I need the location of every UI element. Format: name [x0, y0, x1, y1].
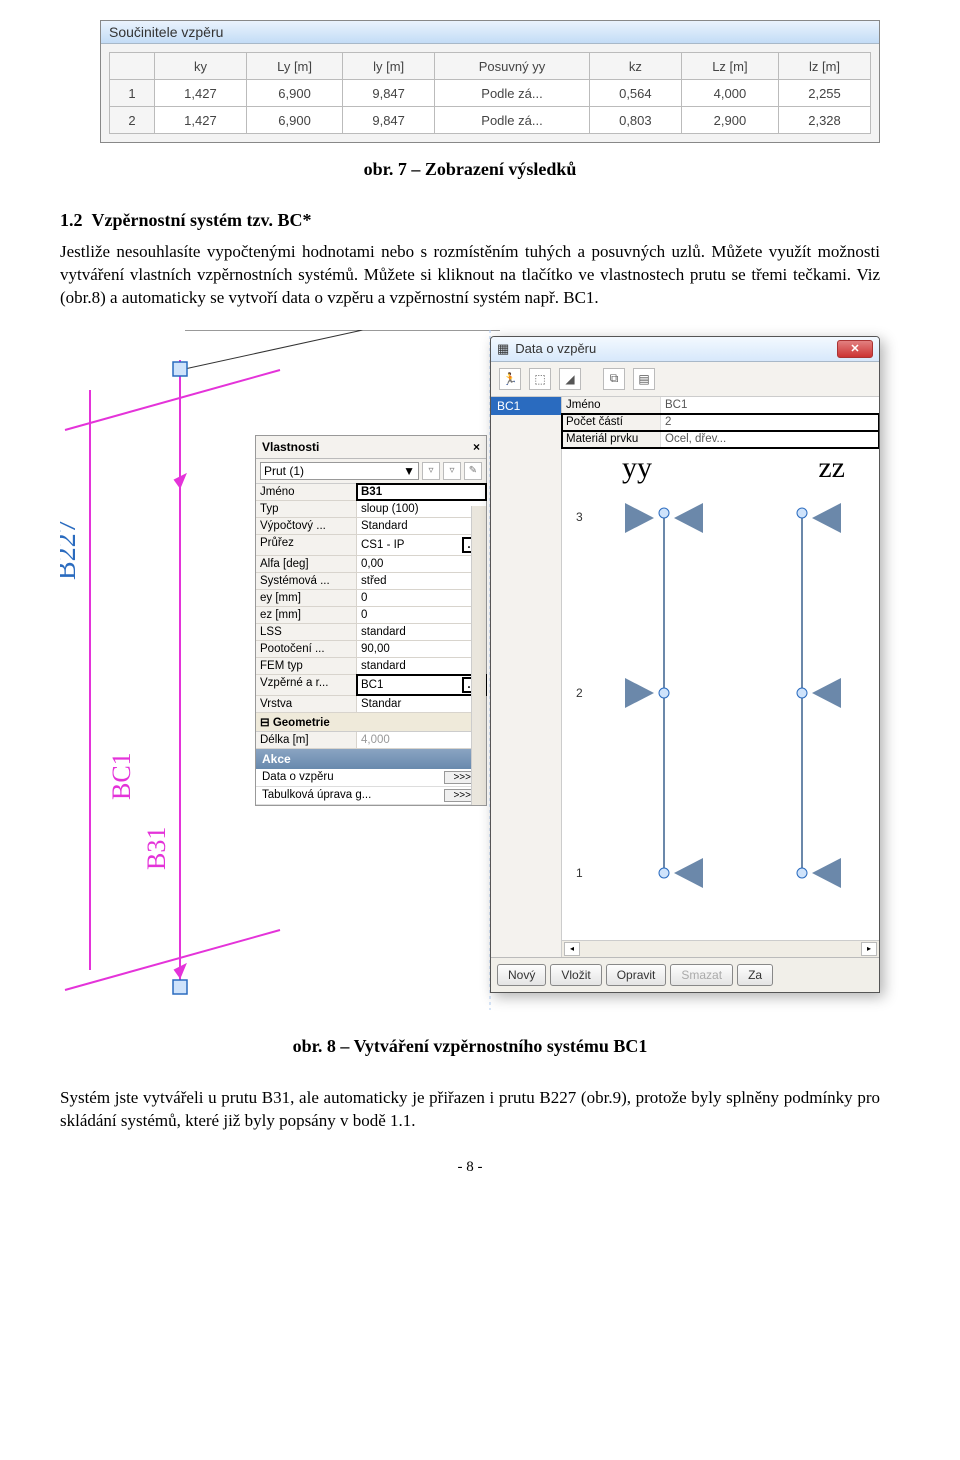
prop-row[interactable]: Typsloup (100)▼: [256, 501, 486, 518]
pencil-icon[interactable]: ✎: [464, 462, 482, 480]
paragraph-1: Jestliže nesouhlasíte vypočtenými hodnot…: [60, 241, 880, 310]
dlg-prop-row[interactable]: Počet částí2: [562, 414, 879, 431]
tool-icon-1[interactable]: 🏃: [499, 368, 521, 390]
list-item-bc1[interactable]: BC1: [491, 397, 561, 415]
dialog-buttons: NovýVložitOpravitSmazatZa: [491, 957, 879, 992]
copy-icon[interactable]: ⧉: [603, 368, 625, 390]
prop-row[interactable]: Pootočení ...90,00: [256, 641, 486, 658]
label-bc1: BC1: [107, 752, 136, 800]
properties-title: Vlastnosti×: [256, 436, 486, 459]
label-b227: B227: [60, 519, 82, 580]
svg-text:3: 3: [576, 510, 583, 524]
element-combo[interactable]: Prut (1)▼: [260, 462, 419, 480]
label-b31: B31: [142, 826, 171, 869]
properties-panel: Vlastnosti× Prut (1)▼ ▿ ▿ ✎ JménoB31Typs…: [255, 435, 487, 806]
eraser-icon[interactable]: ◢: [559, 368, 581, 390]
zz-label: zz: [818, 451, 845, 485]
dialog-toolbar: 🏃 ⬚ ◢ ⧉ ▤: [491, 362, 879, 397]
tool-icon-2[interactable]: ⬚: [529, 368, 551, 390]
buckling-data-dialog: ▦Data o vzpěru ✕ 🏃 ⬚ ◢ ⧉ ▤ BC1 JménoBC1P…: [490, 336, 880, 993]
action-row: Data o vzpěru>>>: [256, 769, 486, 787]
figure-8-caption: obr. 8 – Vytváření vzpěrnostního systému…: [60, 1036, 880, 1057]
tool-icon-5[interactable]: ▤: [633, 368, 655, 390]
prop-row[interactable]: LSSstandard▼: [256, 624, 486, 641]
prop-row[interactable]: ey [mm]0: [256, 590, 486, 607]
prop-row[interactable]: Vzpěrné a r...BC1...: [256, 675, 486, 696]
col-header: Posuvný yy: [435, 53, 590, 80]
table-row: 21,4276,9009,847Podle zá...0,8032,9002,3…: [110, 107, 871, 134]
svg-text:1: 1: [576, 866, 583, 880]
dialog-titlebar: ▦Data o vzpěru ✕: [491, 337, 879, 362]
table-row: 11,4276,9009,847Podle zá...0,5644,0002,2…: [110, 80, 871, 107]
page-number: - 8 -: [60, 1159, 880, 1176]
col-header: lz [m]: [779, 53, 871, 80]
dlg-button-opravit[interactable]: Opravit: [606, 964, 667, 986]
dlg-prop-row[interactable]: JménoBC1: [562, 397, 879, 414]
buckling-coeff-window: Součinitele vzpěru kyLy [m]ly [m]Posuvný…: [100, 20, 880, 143]
funnel2-icon[interactable]: ▿: [443, 462, 461, 480]
prop-row[interactable]: FEM typstandard▼: [256, 658, 486, 675]
action-row: Tabulková úprava g...>>>: [256, 787, 486, 805]
dialog-list[interactable]: BC1: [491, 397, 562, 957]
yy-label: yy: [622, 451, 652, 485]
prop-row[interactable]: Alfa [deg]0,00: [256, 556, 486, 573]
paragraph-2: Systém jste vytvářeli u prutu B31, ale a…: [60, 1087, 880, 1133]
prop-row[interactable]: PrůřezCS1 - IP...: [256, 535, 486, 556]
buckling-diagram: yy zz: [562, 449, 879, 940]
dlg-prop-row[interactable]: Materiál prvkuOcel, dřev...: [562, 431, 879, 448]
col-header: kz: [589, 53, 681, 80]
section-heading: 1.2 Vzpěrnostní systém tzv. BC*: [60, 210, 880, 231]
close-icon[interactable]: ×: [473, 440, 480, 454]
col-header: [110, 53, 155, 80]
prop-row[interactable]: JménoB31: [256, 484, 486, 501]
prop-row[interactable]: Výpočtový ...Standard▼: [256, 518, 486, 535]
figure-7-caption: obr. 7 – Zobrazení výsledků: [60, 159, 880, 180]
col-header: ly [m]: [343, 53, 435, 80]
buckling-table: kyLy [m]ly [m]Posuvný yykzLz [m]lz [m] 1…: [109, 52, 871, 134]
actions-header: Akce: [256, 749, 486, 769]
app-icon: ▦: [497, 341, 509, 357]
funnel-icon[interactable]: ▿: [422, 462, 440, 480]
prop-row[interactable]: Systémová ...střed▼: [256, 573, 486, 590]
prop-row[interactable]: ez [mm]0: [256, 607, 486, 624]
col-header: ky: [155, 53, 247, 80]
scroll-left-icon[interactable]: ◂: [564, 942, 580, 956]
dlg-button-nový[interactable]: Nový: [497, 964, 546, 986]
scroll-right-icon[interactable]: ▸: [861, 942, 877, 956]
window-title: Součinitele vzpěru: [101, 21, 879, 44]
dlg-button-vložit[interactable]: Vložit: [550, 964, 601, 986]
chevron-down-icon: ▼: [403, 464, 415, 478]
prop-row: Délka [m]4,000: [256, 732, 486, 749]
col-header: Lz [m]: [681, 53, 778, 80]
svg-text:2: 2: [576, 686, 583, 700]
col-header: Ly [m]: [246, 53, 342, 80]
dlg-button-smazat: Smazat: [670, 964, 733, 986]
h-scrollbar[interactable]: ◂ ▸: [562, 940, 879, 957]
prop-row[interactable]: VrstvaStandar▼: [256, 696, 486, 713]
scrollbar[interactable]: [471, 506, 486, 805]
figure-8: B227 BC1 B31 Vlastnosti× Prut (1)▼ ▿ ▿ ✎…: [60, 330, 880, 1010]
dlg-button-za[interactable]: Za: [737, 964, 773, 986]
close-button[interactable]: ✕: [837, 340, 873, 358]
group-geometry: ⊟ Geometrie: [256, 713, 486, 732]
